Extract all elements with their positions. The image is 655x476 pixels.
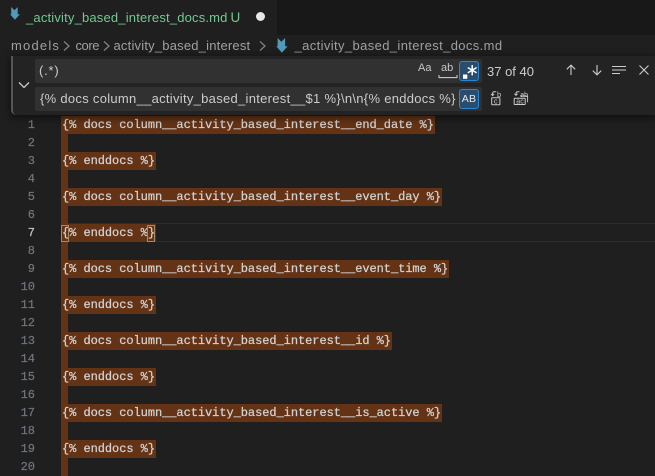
svg-text:c: c bbox=[494, 96, 498, 105]
svg-text:ac: ac bbox=[516, 98, 524, 105]
